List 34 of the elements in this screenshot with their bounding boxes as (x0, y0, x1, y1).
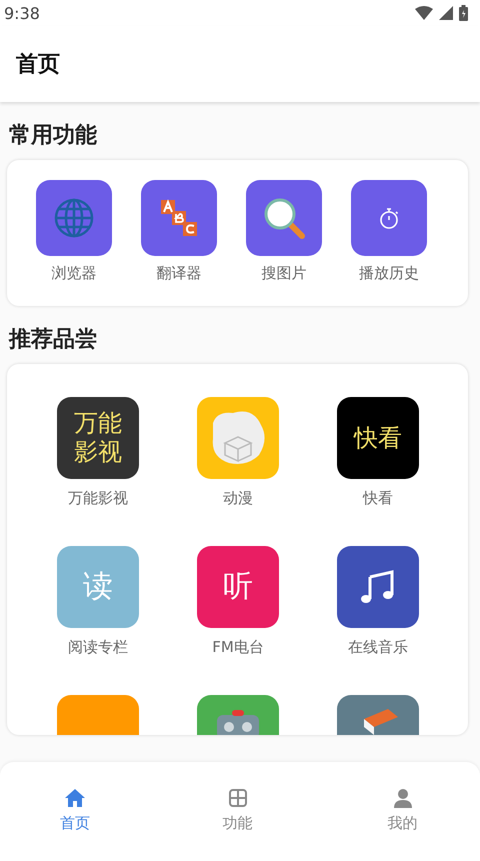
item-label: FM电台 (212, 638, 264, 657)
grid-icon (228, 788, 248, 808)
status-time: 9:38 (4, 4, 40, 22)
stopwatch-icon[interactable] (351, 180, 427, 256)
app-icon[interactable] (337, 546, 419, 628)
nav-tab[interactable]: 功能 (150, 762, 325, 858)
home-icon (64, 788, 86, 808)
page-title: 首页 (16, 51, 60, 79)
item-label: 播放历史 (359, 264, 419, 283)
signal-icon (439, 6, 453, 20)
nav-tab[interactable]: 我的 (325, 762, 480, 858)
item-label: 动漫 (223, 489, 253, 508)
wifi-icon (415, 6, 433, 20)
magnifier-icon[interactable] (246, 180, 322, 256)
app-tile[interactable]: 万能影视 (57, 397, 139, 479)
item-label: 翻译器 (156, 264, 202, 283)
app-tile[interactable]: 读 (57, 546, 139, 628)
section-title: 常用功能 (8, 122, 98, 150)
person-icon (392, 788, 412, 808)
letters-icon[interactable] (141, 180, 217, 256)
globe-icon[interactable] (36, 180, 112, 256)
item-label: 搜图片 (262, 264, 306, 283)
app-icon[interactable] (337, 695, 419, 735)
item-label: 万能影视 (68, 489, 128, 508)
app-tile[interactable]: 听 (197, 546, 279, 628)
item-label: 快看 (363, 489, 393, 508)
item-label: 阅读专栏 (68, 638, 128, 657)
nav-tab[interactable]: 首页 (0, 762, 150, 858)
item-label: 浏览器 (52, 264, 96, 283)
app-icon[interactable] (197, 695, 279, 735)
section-title: 推荐品尝 (8, 326, 98, 354)
app-tile[interactable]: 快看 (337, 397, 419, 479)
battery-icon (459, 5, 468, 21)
item-label: 在线音乐 (348, 638, 408, 657)
